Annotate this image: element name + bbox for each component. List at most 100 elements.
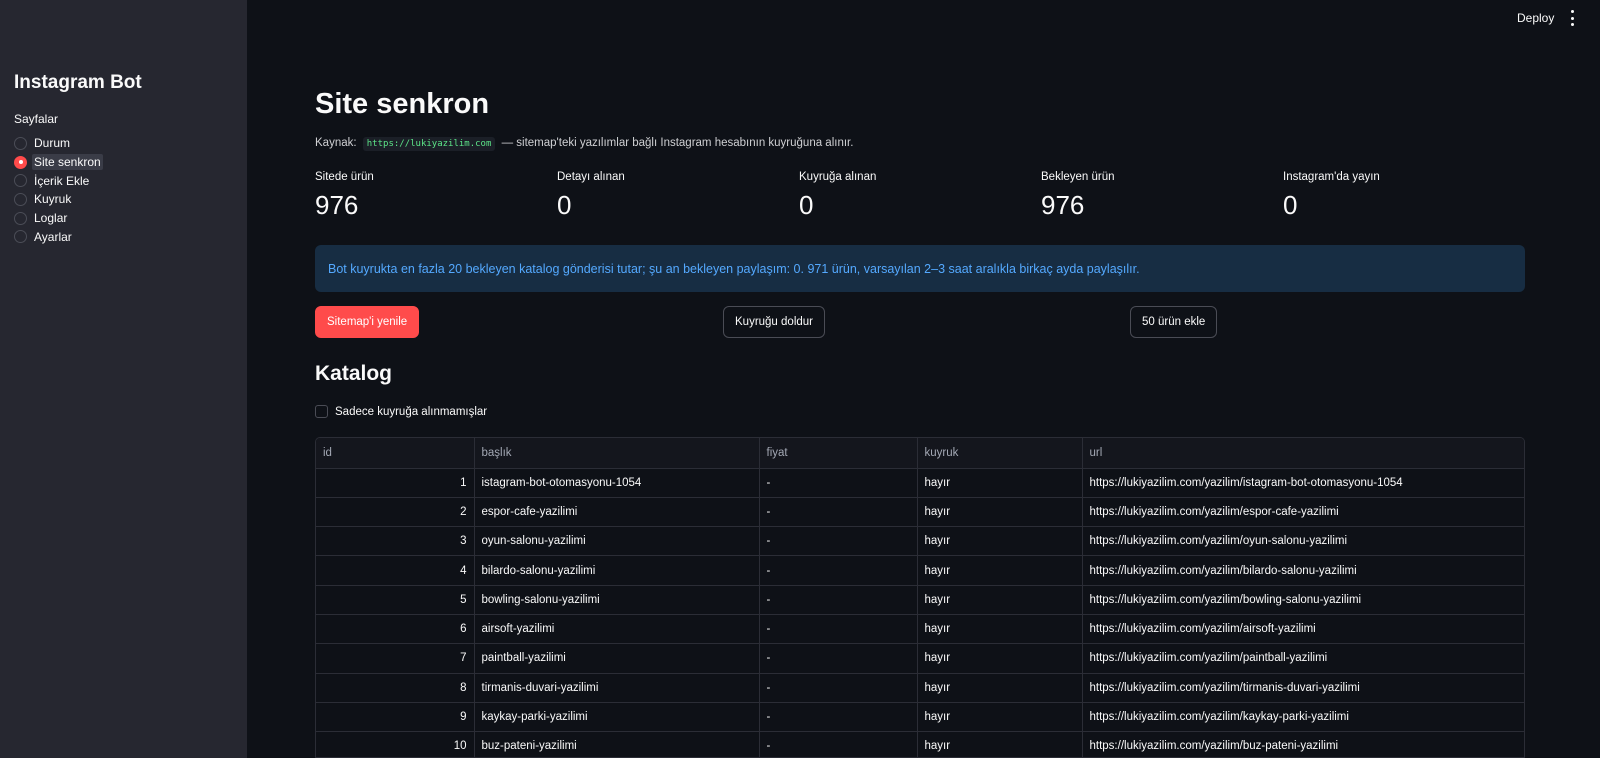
- unqueued-only-filter[interactable]: Sadece kuyruğa alınmamışlar: [315, 405, 487, 418]
- radio-icon[interactable]: [14, 230, 27, 244]
- fill-queue-button[interactable]: Kuyruğu doldur: [723, 306, 825, 338]
- cell-url[interactable]: https://lukiyazilim.com/yazilim/paintbal…: [1082, 643, 1524, 674]
- source-suffix: — sitemap'teki yazılımlar bağlı Instagra…: [501, 137, 854, 149]
- nav-item-icerik-ekle[interactable]: İçerik Ekle: [14, 171, 103, 190]
- cell-id[interactable]: 1: [316, 468, 475, 498]
- source-line: Kaynak: https://lukiyazilim.com — sitema…: [315, 137, 854, 151]
- column-header-url[interactable]: url: [1082, 438, 1524, 469]
- cell-id[interactable]: 6: [316, 614, 475, 645]
- cell-url[interactable]: https://lukiyazilim.com/yazilim/airsoft-…: [1082, 614, 1524, 645]
- more-vertical-icon[interactable]: [1569, 10, 1575, 26]
- sidebar: Instagram Bot Sayfalar Durum Site senkro…: [0, 0, 247, 758]
- cell-queue[interactable]: hayır: [917, 555, 1083, 586]
- table-row[interactable]: 5 bowling-salonu-yazilimi - hayır https:…: [316, 585, 1524, 615]
- cell-price[interactable]: -: [759, 585, 918, 615]
- cell-queue[interactable]: hayır: [917, 643, 1083, 674]
- cell-id[interactable]: 9: [316, 702, 475, 733]
- cell-title[interactable]: bilardo-salonu-yazilimi: [474, 555, 760, 586]
- table-row[interactable]: 1 istagram-bot-otomasyonu-1054 - hayır h…: [316, 468, 1524, 498]
- cell-url[interactable]: https://lukiyazilim.com/yazilim/istagram…: [1082, 468, 1524, 498]
- cell-queue[interactable]: hayır: [917, 497, 1083, 528]
- cell-id[interactable]: 8: [316, 673, 475, 703]
- table-row[interactable]: 6 airsoft-yazilimi - hayır https://lukiy…: [316, 614, 1524, 645]
- nav-label: Sayfalar: [14, 112, 59, 126]
- deploy-button[interactable]: Deploy: [1517, 11, 1554, 25]
- cell-url[interactable]: https://lukiyazilim.com/yazilim/bilardo-…: [1082, 555, 1524, 586]
- cell-queue[interactable]: hayır: [917, 468, 1083, 498]
- table-row[interactable]: 10 buz-pateni-yazilimi - hayır https://l…: [316, 731, 1524, 757]
- table-row[interactable]: 4 bilardo-salonu-yazilimi - hayır https:…: [316, 555, 1524, 586]
- metric-label: Sitede ürün: [315, 171, 374, 183]
- metric-label: Instagram'da yayın: [1283, 171, 1380, 183]
- add-50-products-button[interactable]: 50 ürün ekle: [1130, 306, 1218, 338]
- table-header-row: id başlık fiyat kuyruk url: [316, 438, 1524, 469]
- cell-title[interactable]: oyun-salonu-yazilimi: [474, 526, 760, 557]
- cell-title[interactable]: airsoft-yazilimi: [474, 614, 760, 645]
- radio-icon[interactable]: [14, 174, 27, 188]
- cell-title[interactable]: tirmanis-duvari-yazilimi: [474, 673, 760, 703]
- cell-url[interactable]: https://lukiyazilim.com/yazilim/bowling-…: [1082, 585, 1524, 615]
- refresh-sitemap-button[interactable]: Sitemap'i yenile: [315, 306, 420, 338]
- cell-price[interactable]: -: [759, 497, 918, 528]
- cell-price[interactable]: -: [759, 643, 918, 674]
- table-row[interactable]: 3 oyun-salonu-yazilimi - hayır https://l…: [316, 526, 1524, 557]
- nav-item-ayarlar[interactable]: Ayarlar: [14, 227, 103, 246]
- cell-price[interactable]: -: [759, 555, 918, 586]
- cell-url[interactable]: https://lukiyazilim.com/yazilim/espor-ca…: [1082, 497, 1524, 528]
- radio-icon[interactable]: [14, 192, 27, 206]
- cell-queue[interactable]: hayır: [917, 673, 1083, 703]
- nav-item-kuyruk[interactable]: Kuyruk: [14, 190, 103, 209]
- column-header-title[interactable]: başlık: [474, 438, 760, 469]
- nav-item-durum[interactable]: Durum: [14, 134, 103, 153]
- cell-id[interactable]: 3: [316, 526, 475, 557]
- table-row[interactable]: 7 paintball-yazilimi - hayır https://luk…: [316, 643, 1524, 674]
- cell-queue[interactable]: hayır: [917, 702, 1083, 733]
- cell-id[interactable]: 4: [316, 555, 475, 586]
- cell-id[interactable]: 7: [316, 643, 475, 674]
- cell-price[interactable]: -: [759, 526, 918, 557]
- nav-item-label: Kuyruk: [34, 192, 72, 207]
- cell-price[interactable]: -: [759, 673, 918, 703]
- table-row[interactable]: 9 kaykay-parki-yazilimi - hayır https://…: [316, 702, 1524, 733]
- radio-icon[interactable]: [14, 211, 27, 225]
- nav-item-loglar[interactable]: Loglar: [14, 209, 103, 228]
- cell-queue[interactable]: hayır: [917, 731, 1083, 757]
- radio-icon[interactable]: [14, 136, 27, 150]
- nav-item-site-senkron[interactable]: Site senkron: [14, 153, 103, 172]
- cell-url[interactable]: https://lukiyazilim.com/yazilim/kaykay-p…: [1082, 702, 1524, 733]
- cell-queue[interactable]: hayır: [917, 585, 1083, 615]
- cell-title[interactable]: istagram-bot-otomasyonu-1054: [474, 468, 760, 498]
- info-alert: Bot kuyrukta en fazla 20 bekleyen katalo…: [315, 245, 1525, 292]
- cell-title[interactable]: buz-pateni-yazilimi: [474, 731, 760, 757]
- cell-url[interactable]: https://lukiyazilim.com/yazilim/buz-pate…: [1082, 731, 1524, 757]
- column-header-price[interactable]: fiyat: [759, 438, 918, 469]
- table-row[interactable]: 2 espor-cafe-yazilimi - hayır https://lu…: [316, 497, 1524, 528]
- metric-label: Kuyruğa alınan: [799, 171, 877, 183]
- radio-checked-icon[interactable]: [14, 155, 27, 169]
- cell-title[interactable]: paintball-yazilimi: [474, 643, 760, 674]
- cell-id[interactable]: 5: [316, 585, 475, 615]
- checkbox-icon[interactable]: [315, 405, 328, 418]
- metric-value: 976: [315, 190, 359, 220]
- cell-price[interactable]: -: [759, 468, 918, 498]
- cell-url[interactable]: https://lukiyazilim.com/yazilim/tirmanis…: [1082, 673, 1524, 703]
- cell-title[interactable]: espor-cafe-yazilimi: [474, 497, 760, 528]
- cell-queue[interactable]: hayır: [917, 614, 1083, 645]
- cell-url[interactable]: https://lukiyazilim.com/yazilim/oyun-sal…: [1082, 526, 1524, 557]
- column-header-id[interactable]: id: [316, 438, 475, 469]
- catalog-table[interactable]: id başlık fiyat kuyruk url 1 istagram-bo…: [315, 437, 1525, 758]
- menu-dot: [1570, 23, 1574, 26]
- cell-queue[interactable]: hayır: [917, 526, 1083, 557]
- cell-id[interactable]: 10: [316, 731, 475, 757]
- cell-price[interactable]: -: [759, 731, 918, 757]
- cell-id[interactable]: 2: [316, 497, 475, 528]
- metric-value: 0: [799, 190, 814, 220]
- table-row[interactable]: 8 tirmanis-duvari-yazilimi - hayır https…: [316, 673, 1524, 703]
- metric-kuyruga-alinan: Kuyruğa alınan 0: [799, 171, 1041, 221]
- cell-price[interactable]: -: [759, 702, 918, 733]
- cell-title[interactable]: kaykay-parki-yazilimi: [474, 702, 760, 733]
- cell-price[interactable]: -: [759, 614, 918, 645]
- metric-label: Bekleyen ürün: [1041, 171, 1115, 183]
- column-header-queue[interactable]: kuyruk: [917, 438, 1083, 469]
- cell-title[interactable]: bowling-salonu-yazilimi: [474, 585, 760, 615]
